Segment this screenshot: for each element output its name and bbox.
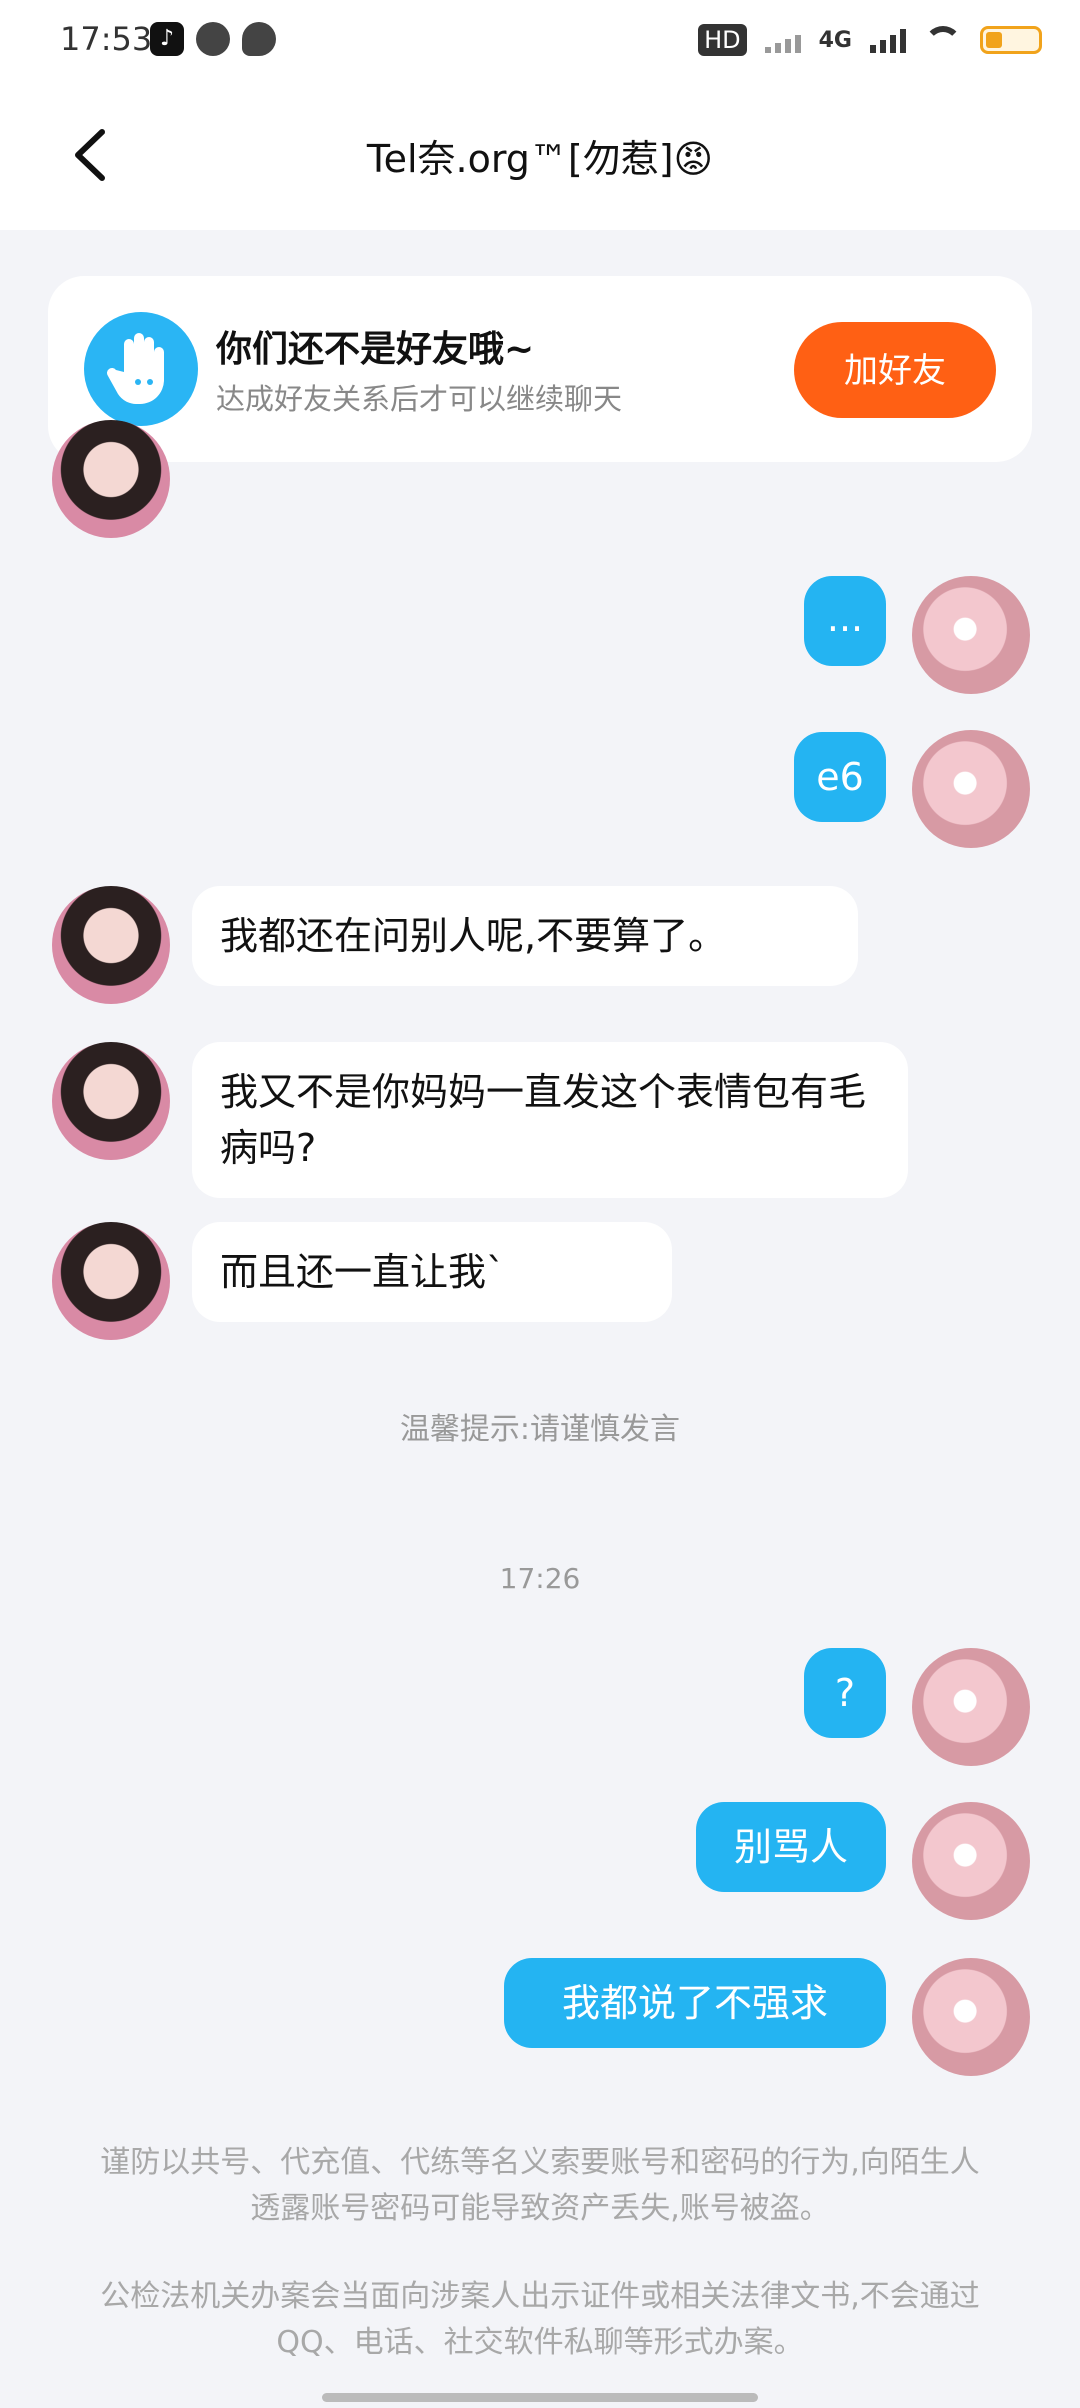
my-avatar[interactable] bbox=[912, 1958, 1030, 2076]
friend-prompt-title: 你们还不是好友哦~ bbox=[216, 329, 535, 370]
system-tip: 温馨提示:请谨慎发言 bbox=[399, 1412, 681, 1447]
contact-avatar[interactable] bbox=[52, 886, 170, 1004]
message-bubble-out[interactable]: ... bbox=[804, 576, 886, 666]
chat-title: Tel奈.org™[勿惹]😡 bbox=[366, 137, 714, 181]
chat-header: Tel奈.org™[勿惹]😡 bbox=[0, 80, 1080, 230]
my-avatar[interactable] bbox=[912, 576, 1030, 694]
contact-avatar[interactable] bbox=[52, 420, 170, 538]
contact-avatar[interactable] bbox=[52, 1042, 170, 1160]
security-notice: 谨防以共号、代充值、代练等名义索要账号和密码的行为,向陌生人透露账号密码可能导致… bbox=[100, 2145, 980, 2226]
my-avatar[interactable] bbox=[912, 1802, 1030, 1920]
status-time: 17:53 bbox=[60, 20, 153, 58]
hd-badge: HD bbox=[698, 24, 747, 56]
legal-notice: 公检法机关办案会当面向涉案人出示证件或相关法律文书,不会通过QQ、电话、社交软件… bbox=[100, 2279, 980, 2360]
message-timestamp: 17:26 bbox=[499, 1562, 581, 1595]
message-bubble-in[interactable]: 我又不是你妈妈一直发这个表情包有毛病吗? bbox=[192, 1042, 908, 1198]
tiktok-icon: ♪ bbox=[150, 22, 184, 56]
battery-icon bbox=[980, 26, 1042, 54]
status-indicators: HD 4G bbox=[698, 20, 1042, 60]
wave-hand-icon bbox=[84, 312, 198, 426]
chat-icon bbox=[242, 22, 276, 56]
my-avatar[interactable] bbox=[912, 730, 1030, 848]
message-bubble-out[interactable]: 别骂人 bbox=[696, 1802, 886, 1892]
add-friend-button[interactable]: 加好友 bbox=[794, 322, 996, 418]
home-indicator[interactable] bbox=[322, 2393, 758, 2402]
message-bubble-out[interactable]: 我都说了不强求 bbox=[504, 1958, 886, 2048]
message-bubble-in[interactable]: 我都还在问别人呢,不要算了。 bbox=[192, 886, 858, 986]
friend-prompt-subtitle: 达成好友关系后才可以继续聊天 bbox=[216, 382, 623, 416]
app-icon bbox=[196, 22, 230, 56]
network-label: 4G bbox=[818, 27, 852, 53]
my-avatar[interactable] bbox=[912, 1648, 1030, 1766]
message-bubble-out[interactable]: e6 bbox=[794, 732, 886, 822]
signal-4g-icon bbox=[870, 27, 906, 53]
signal-icon bbox=[764, 27, 801, 53]
status-bar: 17:53 ♪ HD 4G bbox=[0, 0, 1080, 80]
wifi-icon bbox=[924, 26, 962, 54]
message-bubble-in[interactable]: 而且还一直让我` bbox=[192, 1222, 672, 1322]
contact-avatar[interactable] bbox=[52, 1222, 170, 1340]
message-bubble-out[interactable]: ? bbox=[804, 1648, 886, 1738]
add-friend-card: 你们还不是好友哦~ 达成好友关系后才可以继续聊天 加好友 bbox=[48, 276, 1032, 462]
